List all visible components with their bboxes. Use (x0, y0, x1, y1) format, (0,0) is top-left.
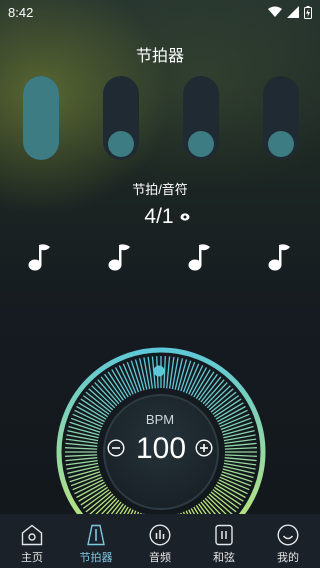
dial-tick (223, 429, 255, 439)
dial-handle[interactable] (153, 365, 165, 377)
profile-icon (277, 524, 299, 546)
bpm-label: BPM (145, 412, 175, 427)
quarter-note-icon[interactable] (107, 241, 133, 273)
dial-tick (65, 457, 98, 462)
time-signature-value: 4/1 (144, 205, 174, 228)
beat-slider-3[interactable] (183, 76, 219, 160)
dial-tick (138, 358, 148, 390)
eye-icon[interactable] (180, 212, 190, 222)
nav-label-chord: 和弦 (213, 552, 235, 564)
home-icon (21, 524, 43, 546)
dial-tick (224, 447, 257, 450)
battery-icon (304, 5, 312, 19)
wifi-icon (268, 6, 282, 17)
dial-tick (224, 442, 257, 447)
dial-tick (223, 465, 255, 475)
decrease-tempo-button[interactable] (107, 439, 125, 457)
status-bar: 8:42 (0, 0, 320, 24)
time-signature-selector[interactable]: 4/1 (0, 204, 320, 230)
nav-item-metronome[interactable]: 节拍器 (64, 514, 128, 568)
time-signature-label: 节拍/音符 (132, 182, 188, 197)
nav-item-profile[interactable]: 我的 (256, 514, 320, 568)
status-time: 8:42 (8, 4, 34, 20)
metronome-icon (87, 524, 105, 546)
audio-icon (149, 524, 171, 546)
increase-tempo-button[interactable] (195, 439, 213, 457)
nav-item-home[interactable]: 主页 (0, 514, 64, 568)
dial-tick (166, 356, 171, 389)
bpm-value: 100 (135, 432, 187, 465)
dial-tick (65, 447, 98, 450)
quarter-note-icon[interactable] (187, 241, 213, 273)
beat-slider-2[interactable] (103, 76, 139, 160)
beat-slider-4[interactable] (263, 76, 299, 160)
nav-label-home: 主页 (21, 552, 43, 564)
quarter-note-icon[interactable] (27, 241, 53, 273)
status-icons (268, 5, 312, 19)
dial-tick (65, 454, 98, 457)
signal-icon (287, 6, 299, 18)
beat-slider-1-fill (23, 76, 59, 160)
beat-slider-2-knob[interactable] (108, 131, 134, 157)
page-title: 节拍器 (135, 48, 184, 65)
nav-label-audio: 音频 (149, 552, 171, 564)
chord-icon (215, 524, 233, 546)
bottom-navigation: 主页 节拍器 音频 和弦 我的 (0, 514, 320, 568)
quarter-note-icon[interactable] (267, 241, 293, 273)
dial-tick (65, 442, 98, 447)
dial-tick (224, 457, 257, 462)
dial-tick (174, 358, 184, 390)
nav-label-profile: 我的 (277, 552, 299, 564)
dial-tick (67, 465, 99, 475)
beat-slider-4-knob[interactable] (268, 131, 294, 157)
dial-tick (224, 454, 257, 457)
beat-slider-3-knob[interactable] (188, 131, 214, 157)
beat-slider-1[interactable] (23, 76, 59, 160)
nav-item-audio[interactable]: 音频 (128, 514, 192, 568)
nav-label-metronome: 节拍器 (79, 552, 113, 564)
dial-tick (67, 429, 99, 439)
nav-item-chord[interactable]: 和弦 (192, 514, 256, 568)
